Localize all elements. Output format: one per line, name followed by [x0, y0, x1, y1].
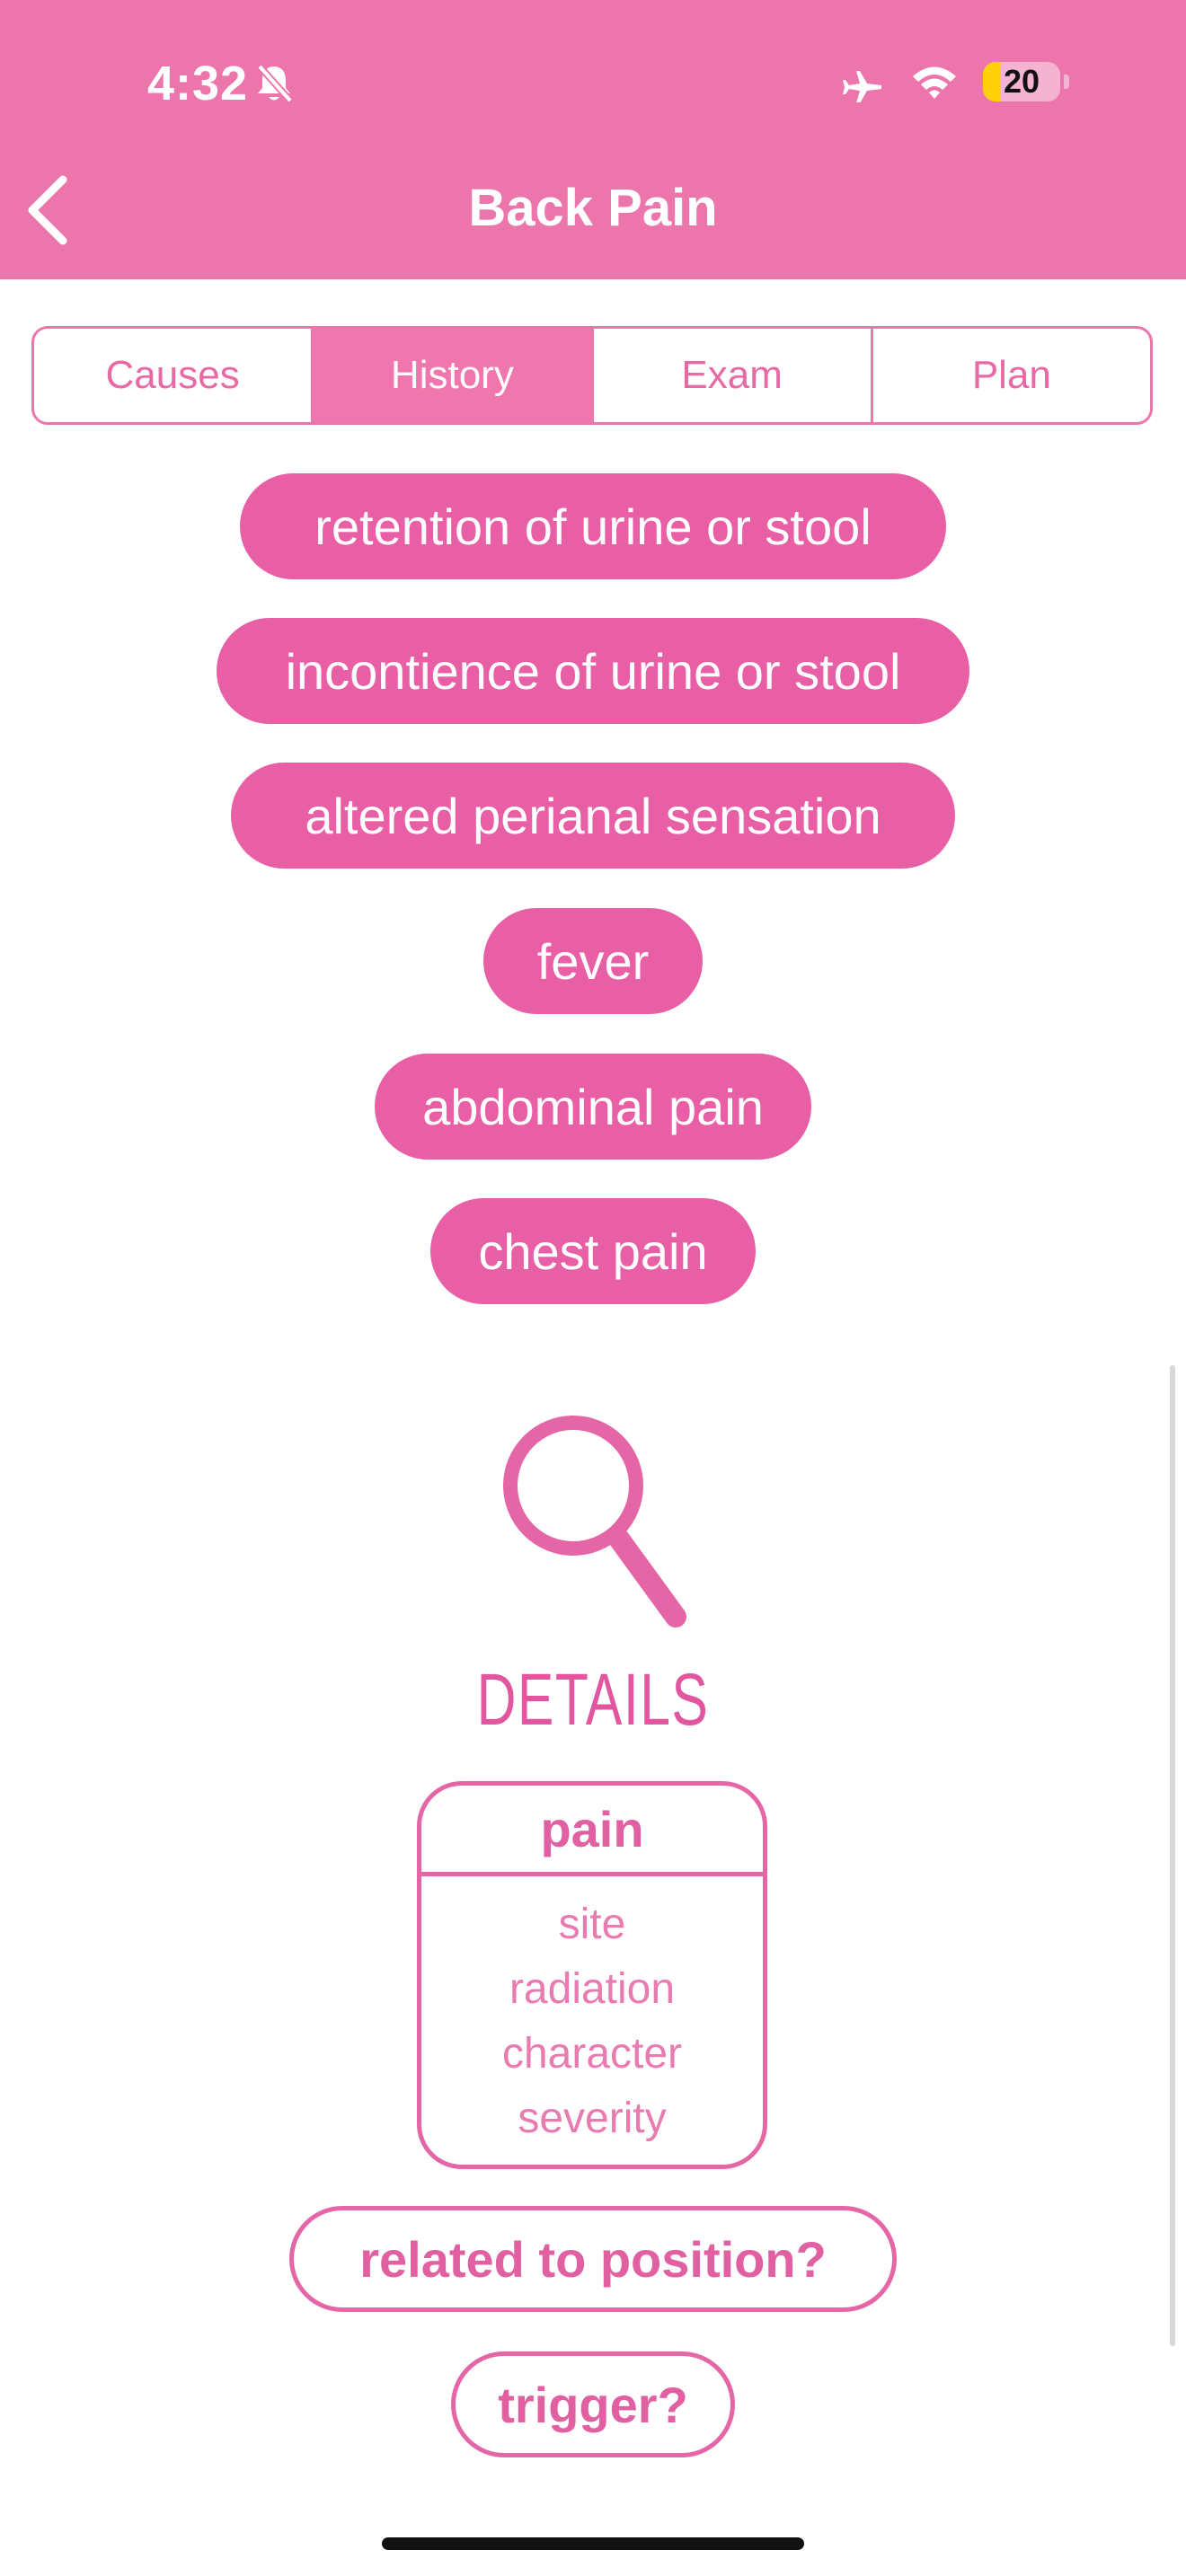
- status-time: 4:32: [147, 57, 249, 110]
- card-item: site: [558, 1901, 626, 1948]
- symptom-chest-pain-button[interactable]: chest pain: [430, 1198, 756, 1304]
- magnifier-icon: [503, 1416, 686, 1628]
- symptom-retention-button[interactable]: retention of urine or stool: [240, 473, 946, 579]
- scrollbar[interactable]: [1170, 1365, 1175, 2346]
- airplane-icon: [843, 71, 881, 102]
- bell-muted-icon: [257, 64, 293, 103]
- battery-icon: 20: [983, 62, 1060, 101]
- pain-details-card: pain site radiation character severity: [417, 1781, 767, 2169]
- related-to-position-button[interactable]: related to position?: [289, 2206, 897, 2312]
- symptom-fever-button[interactable]: fever: [483, 908, 703, 1014]
- details-heading: DETAILS: [476, 1659, 710, 1741]
- symptom-perianal-button[interactable]: altered perianal sensation: [231, 763, 955, 869]
- home-indicator[interactable]: [382, 2537, 804, 2550]
- tab-exam[interactable]: Exam: [590, 329, 871, 422]
- tab-causes[interactable]: Causes: [34, 329, 311, 422]
- trigger-button[interactable]: trigger?: [451, 2351, 735, 2457]
- battery-tip: [1064, 75, 1069, 89]
- card-item: radiation: [509, 1965, 676, 2013]
- segmented-tabs: Causes History Exam Plan: [31, 326, 1153, 425]
- tab-plan[interactable]: Plan: [870, 329, 1150, 422]
- card-item: severity: [518, 2095, 667, 2142]
- navigation-header: 4:32 20 Back Pain: [0, 0, 1186, 279]
- wifi-icon: [913, 66, 956, 99]
- symptom-abdominal-pain-button[interactable]: abdominal pain: [375, 1054, 811, 1160]
- tab-history[interactable]: History: [311, 329, 591, 422]
- battery-level: 20: [1003, 63, 1040, 100]
- card-title: pain: [421, 1786, 763, 1876]
- status-icons: 20: [839, 61, 1069, 102]
- page-title: Back Pain: [468, 179, 718, 237]
- card-item-list: site radiation character severity: [421, 1876, 763, 2151]
- symptom-incontinence-button[interactable]: incontience of urine or stool: [217, 618, 969, 724]
- card-item: character: [501, 2030, 683, 2078]
